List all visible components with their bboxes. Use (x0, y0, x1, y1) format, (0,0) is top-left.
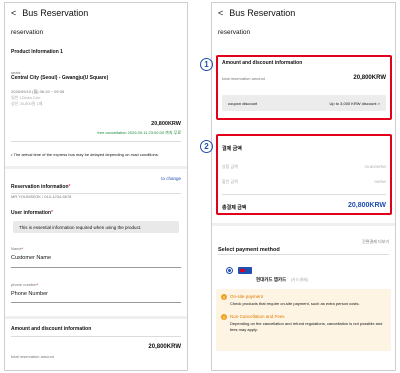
product-section-title: Product Information 1 (11, 49, 63, 55)
total-payment-value: 20,800KRW (347, 202, 386, 209)
arrival-notice: • The arrival time of the express bus ma… (11, 152, 159, 157)
payment-info-box: ! On-site payment Check products that re… (216, 289, 391, 351)
coupon-label: coupon discount (228, 100, 258, 106)
user-info-title: User information (11, 210, 52, 216)
required-star: * (21, 246, 24, 251)
payment-radio-selected[interactable] (226, 267, 233, 274)
name-label: Name (11, 246, 22, 251)
payment-amount-highlight: 2 결제 금액 상품 금액 20,800KRW 할인 금액 0KRW 총결제 금… (200, 134, 392, 215)
discount-amount-label: 할인 금액 (222, 179, 238, 184)
header-title: Bus Reservation (229, 8, 296, 18)
card-logo-icon (238, 267, 252, 274)
amount-section-title: Amount and discount information (11, 326, 92, 332)
page-subtitle: reservation (218, 29, 251, 36)
header: < Bus Reservation (5, 3, 187, 23)
user-info-notice-text: This is essential information required w… (19, 224, 142, 230)
name-input[interactable]: Customer Name (11, 255, 181, 264)
total-payment-label: 총결제 금액 (222, 205, 247, 211)
page-subtitle: reservation (11, 29, 44, 36)
warning-icon: ! (221, 314, 227, 320)
amount-section-title: Amount and discount information (222, 60, 303, 66)
callout-2: 2 (200, 140, 213, 153)
required-star: * (68, 184, 71, 190)
section-separator (5, 166, 187, 169)
user-info-notice: This is essential information required w… (13, 221, 179, 233)
required-star: * (51, 210, 53, 216)
divider (218, 254, 389, 255)
section-separator (212, 223, 395, 226)
divider (11, 193, 181, 194)
payment-method-title: Select payment method (218, 247, 280, 253)
product-price: 20,800KRW (151, 121, 181, 127)
amount-discount-highlight: 1 Amount and discount information total … (200, 55, 392, 120)
payment-option-name: 현대카드 앱카드 (256, 277, 287, 282)
back-chevron-icon[interactable]: < (11, 8, 16, 18)
total-amount-row: total reservation amount 20,800KRW (11, 344, 181, 363)
arrival-notice-text: The arrival time of the express bus may … (13, 152, 159, 157)
payment-amount-title: 결제 금액 (222, 146, 242, 152)
product-amount-label: 상품 금액 (222, 164, 238, 169)
product-amount-value: 20,800KRW (364, 164, 387, 169)
phone-input-underline (11, 302, 181, 303)
total-amount-label: total reservation amount (222, 76, 265, 81)
discount-amount-value: 0KRW (374, 179, 386, 184)
phone-label-row: phone number* (11, 282, 181, 287)
callout-1: 1 (200, 58, 213, 71)
header: < Bus Reservation (212, 3, 395, 23)
more-payment-link[interactable]: 간편결제 더보기 (362, 239, 389, 245)
back-chevron-icon[interactable]: < (218, 8, 223, 18)
divider (11, 336, 181, 337)
header-title: Bus Reservation (22, 8, 89, 18)
name-label-row: Name* (11, 246, 181, 251)
onsite-title: On-site payment (230, 294, 264, 299)
seat-line-2: 성인 20,800원 1매 (11, 101, 43, 106)
phone-label: phone number (11, 282, 37, 287)
divider (222, 194, 386, 195)
payment-option[interactable]: 현대카드 앱카드 (카드결제) (256, 268, 308, 286)
total-amount-label: total reservation amount (11, 354, 54, 359)
phone-input[interactable]: Phone Number (11, 291, 181, 300)
payment-option-sub: (카드결제) (290, 277, 309, 282)
reservation-info-row[interactable]: Reservation information* to change MR YO… (11, 175, 181, 199)
divider (11, 141, 181, 142)
reservation-info-title: Reservation information (11, 184, 69, 190)
warning-icon: ! (221, 294, 227, 300)
chevron-right-icon: > (377, 100, 380, 106)
reservation-detail: MR YOUNSEOK / 010-1234-5678 (11, 194, 72, 199)
cancel-text: Depending on the cancellation and refund… (230, 321, 383, 332)
total-amount-value: 20,800KRW (148, 344, 181, 350)
route-text: Central City (Seoul) - Gwangju(U Square) (11, 75, 109, 81)
coupon-value-wrap: Up to 3,000 KRW discount > (329, 101, 380, 106)
change-link[interactable]: to change (161, 176, 181, 181)
cancel-title: Non-Cancellation and Fees (230, 314, 285, 319)
left-screen: < Bus Reservation reservation Product In… (4, 2, 188, 371)
user-info-heading: User information* (11, 201, 181, 219)
required-star: * (36, 282, 39, 287)
total-amount-value: 20,800KRW (353, 75, 386, 81)
section-separator (5, 316, 187, 319)
coupon-value: Up to 3,000 KRW discount (329, 100, 377, 106)
onsite-text: Check products that require on-site paym… (230, 301, 360, 306)
right-screen: < Bus Reservation reservation 1 Amount a… (200, 2, 396, 371)
free-cancel-note: free cancellation 2026.09.11 23:00:00 까지… (97, 130, 181, 135)
name-input-underline (11, 267, 181, 268)
coupon-discount-row[interactable]: coupon discount Up to 3,000 KRW discount… (222, 95, 386, 111)
